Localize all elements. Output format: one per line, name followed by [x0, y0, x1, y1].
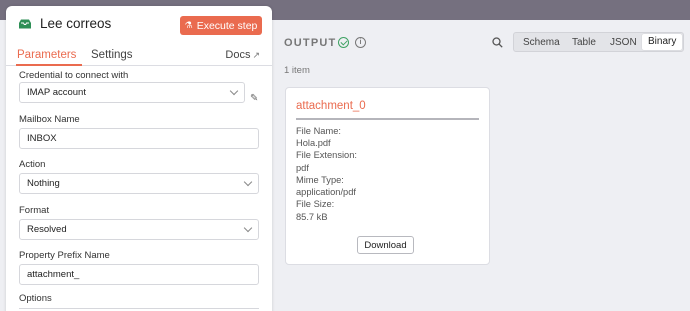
credential-value: IMAP account — [27, 87, 86, 98]
file-extension-value: pdf — [296, 163, 309, 173]
edit-credential-icon[interactable]: ✎ — [250, 93, 258, 104]
node-title: Lee correos — [40, 16, 112, 31]
attachment-title: attachment_0 — [296, 100, 366, 112]
chevron-down-icon — [243, 177, 253, 187]
credential-select[interactable]: IMAP account — [19, 82, 245, 103]
search-icon[interactable] — [492, 37, 503, 48]
item-count: 1 item — [284, 65, 310, 76]
options-label: Options — [19, 293, 52, 304]
view-table[interactable]: Table — [572, 37, 596, 48]
format-select[interactable]: Resolved — [19, 219, 259, 240]
execute-step-button[interactable]: ⚗ Execute step — [180, 16, 262, 35]
output-view-switch: Schema Table JSON Binary — [513, 32, 684, 52]
binary-attachment-card: attachment_0 File Name: Hola.pdf File Ex… — [285, 87, 490, 265]
action-value: Nothing — [27, 178, 60, 189]
node-header: Lee correos ⚗ Execute step — [6, 6, 272, 42]
view-binary[interactable]: Binary — [642, 34, 683, 50]
file-name-value: Hola.pdf — [296, 138, 331, 148]
info-icon[interactable]: i — [355, 37, 366, 48]
prefix-value: attachment_ — [27, 269, 80, 280]
active-tab-indicator — [16, 64, 82, 66]
action-label: Action — [19, 159, 46, 170]
external-link-icon: ↗ — [252, 50, 260, 60]
mailbox-input[interactable]: INBOX — [19, 128, 259, 149]
credential-label: Credential to connect with — [19, 70, 129, 81]
chevron-down-icon — [243, 223, 253, 233]
action-select[interactable]: Nothing — [19, 173, 259, 194]
tab-parameters[interactable]: Parameters — [17, 49, 76, 61]
flask-icon: ⚗ — [184, 20, 193, 30]
panel-tabs: Parameters Settings Docs ↗ — [6, 42, 272, 66]
inbox-icon — [19, 19, 31, 29]
mime-type-label: Mime Type: — [296, 175, 344, 185]
view-json[interactable]: JSON — [610, 37, 637, 48]
format-value: Resolved — [27, 224, 67, 235]
file-size-value: 85.7 kB — [296, 212, 328, 222]
mailbox-label: Mailbox Name — [19, 114, 80, 125]
prefix-label: Property Prefix Name — [19, 250, 110, 261]
success-check-icon — [338, 37, 349, 48]
tab-settings[interactable]: Settings — [91, 49, 133, 61]
divider — [296, 118, 479, 120]
docs-link[interactable]: Docs ↗ — [225, 49, 260, 61]
mime-type-value: application/pdf — [296, 187, 356, 197]
mailbox-value: INBOX — [27, 133, 57, 144]
execute-step-label: Execute step — [196, 19, 258, 32]
node-parameters-panel: Lee correos ⚗ Execute step Parameters Se… — [6, 6, 272, 311]
file-extension-label: File Extension: — [296, 150, 357, 160]
download-button[interactable]: Download — [357, 236, 414, 254]
docs-label: Docs — [225, 49, 251, 61]
file-size-label: File Size: — [296, 199, 335, 209]
file-name-label: File Name: — [296, 126, 341, 136]
format-label: Format — [19, 205, 50, 216]
output-label: OUTPUT — [284, 37, 337, 49]
prefix-input[interactable]: attachment_ — [19, 264, 259, 285]
chevron-down-icon — [229, 86, 239, 96]
view-schema[interactable]: Schema — [523, 37, 560, 48]
